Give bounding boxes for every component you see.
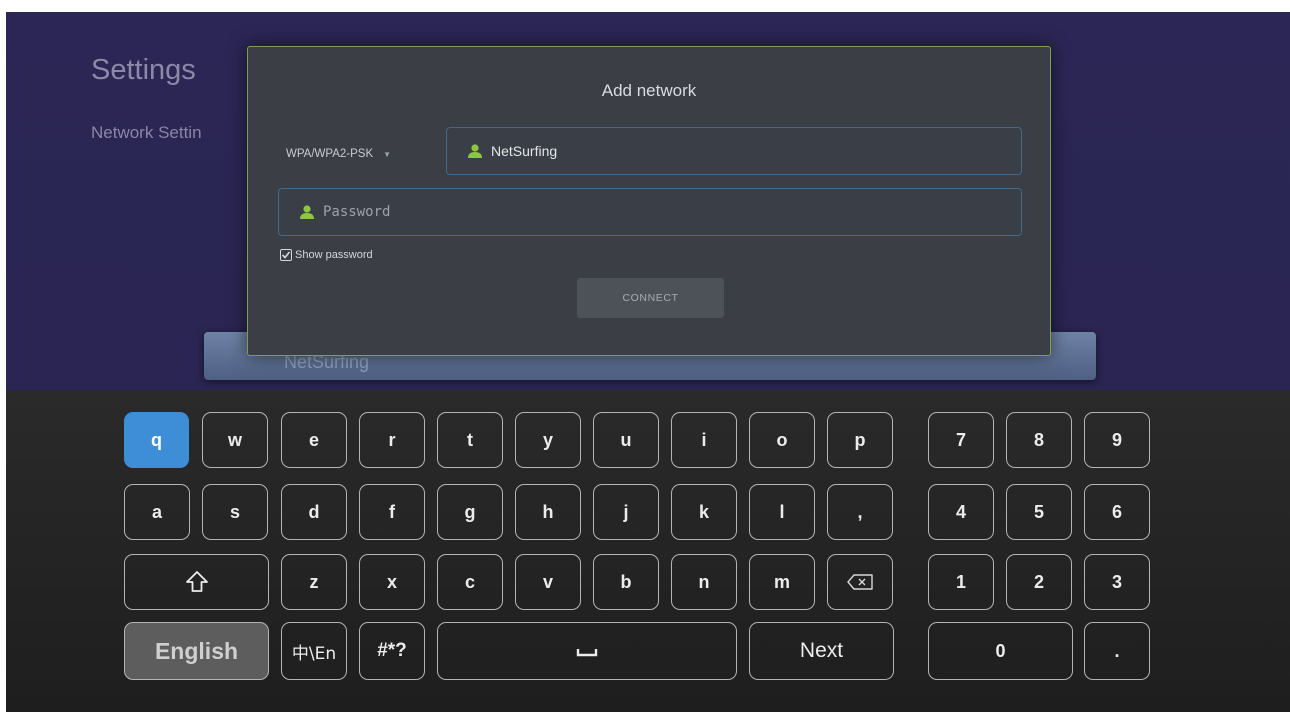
security-type-value: WPA/WPA2-PSK [286, 148, 374, 160]
ssid-field[interactable]: NetSurfing [446, 127, 1022, 175]
key-d[interactable]: d [281, 484, 347, 540]
key-4[interactable]: 4 [928, 484, 994, 540]
space-icon [576, 649, 598, 657]
key-9[interactable]: 9 [1084, 412, 1150, 468]
key-3[interactable]: 3 [1084, 554, 1150, 610]
backspace-key[interactable] [827, 554, 893, 610]
ssid-value: NetSurfing [491, 143, 558, 159]
dropdown-caret-icon: ▼ [383, 149, 392, 159]
checkbox-checked-icon [280, 249, 292, 261]
shift-key[interactable] [124, 554, 269, 610]
key-i[interactable]: i [671, 412, 737, 468]
dialog-title: Add network [601, 81, 697, 100]
key-n[interactable]: n [671, 554, 737, 610]
key-e[interactable]: e [281, 412, 347, 468]
key-o[interactable]: o [749, 412, 815, 468]
key-p[interactable]: p [827, 412, 893, 468]
person-icon [468, 144, 482, 158]
key-t[interactable]: t [437, 412, 503, 468]
key-q[interactable]: q [124, 412, 189, 468]
key-z[interactable]: z [281, 554, 347, 610]
key-7[interactable]: 7 [928, 412, 994, 468]
connect-button[interactable]: CONNECT [577, 278, 724, 318]
key-0[interactable]: 0 [928, 622, 1073, 680]
key-k[interactable]: k [671, 484, 737, 540]
key-6[interactable]: 6 [1084, 484, 1150, 540]
key-5[interactable]: 5 [1006, 484, 1072, 540]
key-c[interactable]: c [437, 554, 503, 610]
show-password-label: Show password [295, 249, 373, 261]
key-1[interactable]: 1 [928, 554, 994, 610]
key-a[interactable]: a [124, 484, 190, 540]
add-network-dialog: Add network WPA/WPA2-PSK ▼ NetSurfing Sh… [247, 46, 1051, 356]
key-g[interactable]: g [437, 484, 503, 540]
shift-icon [185, 571, 208, 592]
key-s[interactable]: s [202, 484, 268, 540]
key-m[interactable]: m [749, 554, 815, 610]
space-key[interactable] [437, 622, 737, 680]
key-dot[interactable]: . [1084, 622, 1150, 680]
page-title: Settings [91, 54, 196, 86]
next-key[interactable]: Next [749, 622, 894, 680]
backspace-icon [847, 574, 873, 590]
key-2[interactable]: 2 [1006, 554, 1072, 610]
key-j[interactable]: j [593, 484, 659, 540]
key-w[interactable]: w [202, 412, 268, 468]
on-screen-keyboard: q w e r t y u i o p 7 8 9 a s d f g h j … [6, 390, 1290, 712]
key-v[interactable]: v [515, 554, 581, 610]
section-title: Network Settin [91, 123, 202, 142]
key-y[interactable]: y [515, 412, 581, 468]
input-mode-key[interactable]: 中\En [281, 622, 347, 680]
show-password-checkbox[interactable]: Show password [280, 249, 373, 261]
password-input[interactable] [323, 204, 923, 220]
key-b[interactable]: b [593, 554, 659, 610]
key-x[interactable]: x [359, 554, 425, 610]
symbols-key[interactable]: #*? [359, 622, 425, 680]
key-r[interactable]: r [359, 412, 425, 468]
key-f[interactable]: f [359, 484, 425, 540]
tv-screen: Settings Network Settin NetSurfing Add n… [6, 12, 1290, 712]
language-key[interactable]: English [124, 622, 269, 680]
security-type-select[interactable]: WPA/WPA2-PSK ▼ [286, 148, 391, 160]
key-h[interactable]: h [515, 484, 581, 540]
key-comma[interactable]: , [827, 484, 893, 540]
key-l[interactable]: l [749, 484, 815, 540]
input-mode-label: 中\En [291, 643, 337, 664]
key-u[interactable]: u [593, 412, 659, 468]
person-icon [300, 205, 314, 219]
password-field[interactable] [278, 188, 1022, 236]
key-8[interactable]: 8 [1006, 412, 1072, 468]
